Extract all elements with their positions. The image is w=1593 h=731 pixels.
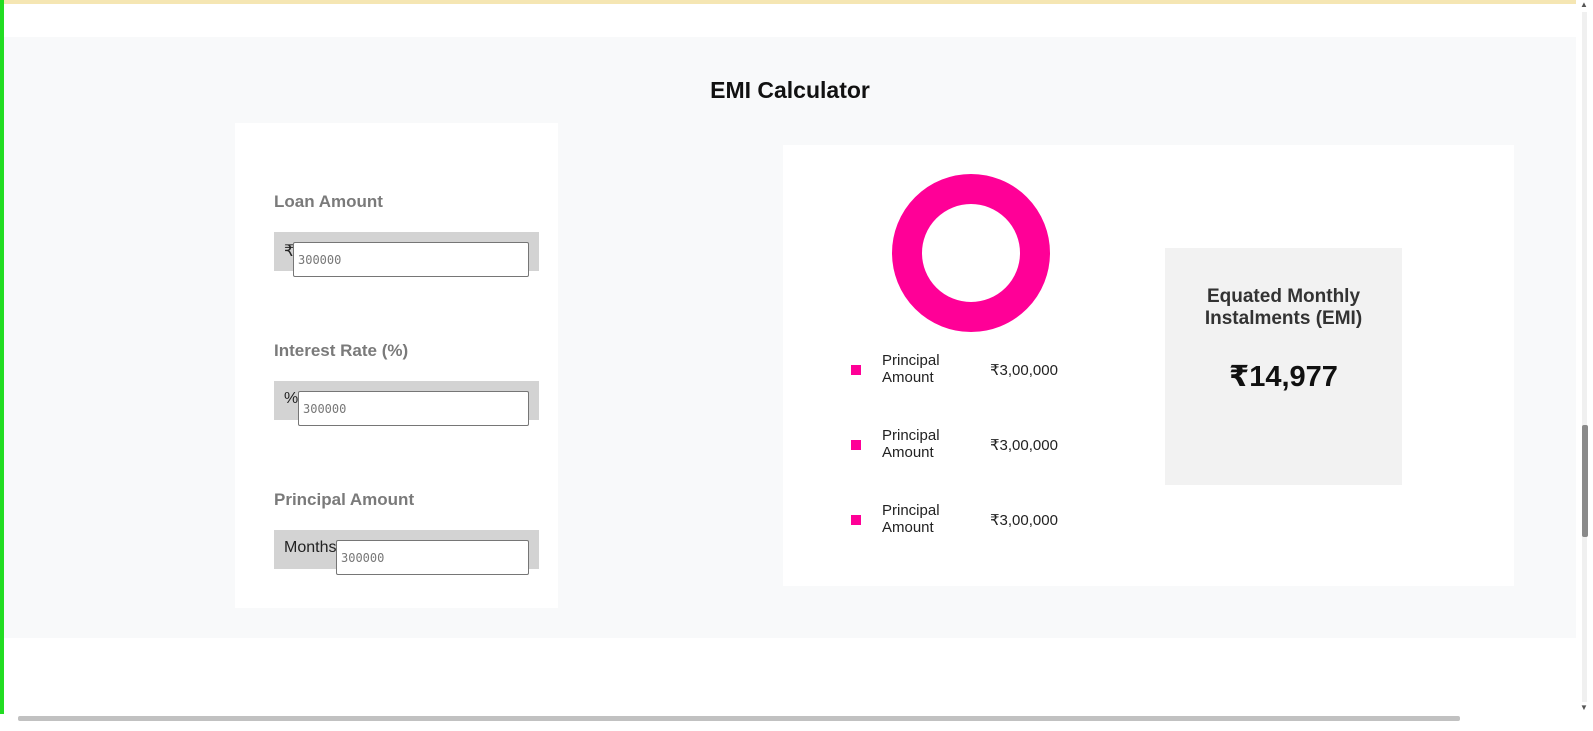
legend-item: Principal Amount ₹3,00,000 <box>851 502 1111 542</box>
loan-amount-input-group: ₹ <box>274 232 539 277</box>
vertical-scrollbar[interactable]: ▲ ▼ <box>1576 0 1593 714</box>
emi-label: Equated Monthly Instalments (EMI) <box>1204 286 1363 329</box>
legend-value: ₹3,00,000 <box>990 362 1058 379</box>
legend-label: Principal Amount <box>882 352 940 386</box>
interest-rate-input-group: % <box>274 381 539 426</box>
scrollbar-thumb[interactable] <box>18 716 1460 721</box>
legend-swatch <box>851 515 861 525</box>
input-form-card: Loan Amount ₹ Interest Rate (%) % Princi… <box>235 123 558 608</box>
emi-calculator-section: EMI Calculator Loan Amount ₹ Interest Ra… <box>4 37 1576 638</box>
scrollbar-thumb[interactable] <box>1582 425 1588 537</box>
scroll-up-arrow-icon[interactable]: ▲ <box>1580 0 1588 9</box>
interest-rate-input[interactable] <box>298 391 529 426</box>
legend-swatch <box>851 440 861 450</box>
emi-result-box: Equated Monthly Instalments (EMI) ₹14,97… <box>1165 248 1402 485</box>
top-strip <box>0 0 1593 4</box>
result-card: Principal Amount ₹3,00,000 Principal Amo… <box>783 145 1514 586</box>
loan-amount-label: Loan Amount <box>274 192 383 211</box>
legend-item: Principal Amount ₹3,00,000 <box>851 427 1111 467</box>
loan-amount-input[interactable] <box>293 242 529 277</box>
legend-label: Principal Amount <box>882 427 940 461</box>
tenure-input-group: Months <box>274 530 539 575</box>
legend-swatch <box>851 365 861 375</box>
months-prefix: Months <box>284 539 337 556</box>
percent-prefix: % <box>284 390 299 407</box>
legend-label: Principal Amount <box>882 502 940 536</box>
donut-slice-principal <box>892 174 1050 332</box>
legend-item: Principal Amount ₹3,00,000 <box>851 352 1111 392</box>
breakdown-donut-chart <box>891 173 1051 333</box>
horizontal-scrollbar[interactable] <box>0 714 1593 731</box>
interest-rate-label: Interest Rate (%) <box>274 341 409 360</box>
legend-value: ₹3,00,000 <box>990 437 1058 454</box>
emi-value: ₹14,977 <box>1229 361 1338 393</box>
principal-amount-label: Principal Amount <box>274 490 415 509</box>
donut-svg <box>892 174 1050 332</box>
scroll-down-arrow-icon[interactable]: ▼ <box>1580 703 1588 712</box>
tenure-input[interactable] <box>336 540 529 575</box>
scrollbar-track <box>1582 12 1587 702</box>
page-title: EMI Calculator <box>710 77 870 103</box>
legend-value: ₹3,00,000 <box>990 512 1058 529</box>
